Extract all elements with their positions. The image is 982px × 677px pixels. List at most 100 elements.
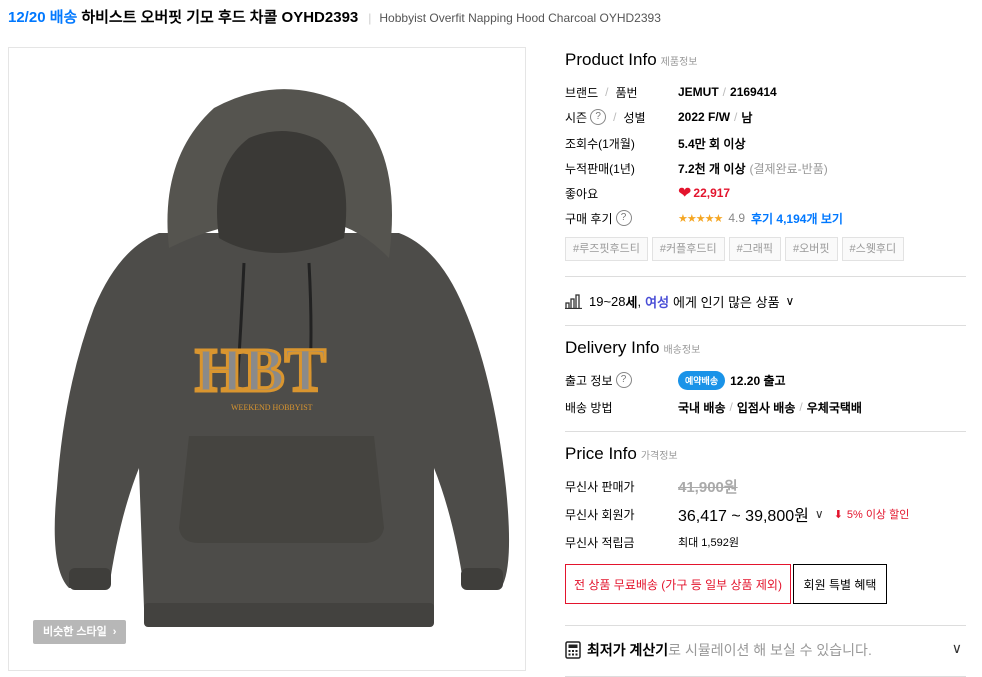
price-info-subtitle: 가격정보 [640, 451, 678, 462]
product-image[interactable]: HBT WEEKEND HOBBYIST 비슷한 스타일 › [8, 47, 526, 671]
product-title-row: 12/20 배송 하비스트 오버핏 기모 후드 차콜 OYHD2393 | Ho… [8, 6, 661, 28]
slash-divider: / [729, 400, 733, 414]
brand-label: 브랜드 [565, 85, 599, 100]
slash-divider: / [605, 85, 609, 99]
review-row: 구매 후기 ? ★★★★★ 4.9 후기 4,194개 보기 [565, 208, 843, 228]
heart-icon[interactable]: ❤ [678, 183, 691, 203]
free-shipping-button[interactable]: 전 상품 무료배송 (가구 등 일부 상품 제외) [565, 564, 791, 604]
product-code: 2169414 [730, 85, 777, 99]
brand-value-group: JEMUT/2169414 [678, 85, 777, 99]
brand-row: 브랜드 / 품번 JEMUT/2169414 [565, 82, 777, 102]
sale-price-label: 무신사 판매가 [565, 479, 635, 494]
delivery-info-heading: Delivery Info 배송정보 [565, 338, 700, 358]
ranking-text: 에게 인기 많은 상품 [673, 294, 780, 310]
chevron-down-icon[interactable]: ∨ [815, 507, 824, 521]
release-date: 12.20 출고 [730, 373, 786, 388]
sales-note: (결제완료-반품) [749, 161, 828, 176]
price-info-heading: Price Info 가격정보 [565, 444, 678, 464]
product-info-heading: Product Info 제품정보 [565, 50, 697, 70]
points-label: 무신사 적립금 [565, 535, 635, 550]
calculator-title: 최저가 계산기 [587, 642, 669, 658]
points-value: 최대 1,592원 [678, 537, 739, 549]
bar-chart-icon [565, 294, 582, 309]
views-value: 5.4만 회 이상 [678, 136, 746, 151]
product-info-title: Product Info [565, 50, 657, 69]
release-label-group: 출고 정보 ? [565, 372, 678, 389]
weekend-hobbyist-print: WEEKEND HOBBYIST [231, 403, 313, 412]
star-rating-icon: ★★★★★ [678, 212, 723, 225]
likes-label: 좋아요 [565, 186, 599, 201]
calculator-text: 로 시뮬레이션 해 보실 수 있습니다. [668, 642, 872, 658]
ranking-comma: , [637, 293, 642, 309]
review-link[interactable]: 후기 4,194개 보기 [751, 210, 843, 227]
ranking-gender: 여성 [645, 294, 670, 310]
delivery-info-title: Delivery Info [565, 338, 660, 357]
price-info-title: Price Info [565, 444, 637, 463]
ranking-row[interactable]: 19~28 세, 여성 에게 인기 많은 상품 ∨ [565, 290, 794, 312]
member-price-row: 무신사 회원가 36,417 ~ 39,800원 ∨ ⬇ 5% 이상 할인 [565, 504, 910, 525]
discount-group: ⬇ 5% 이상 할인 [834, 506, 910, 522]
divider [565, 276, 966, 277]
season-row: 시즌 ? / 성별 2022 F/W / 남 [565, 107, 752, 127]
rating-value: 4.9 [728, 211, 745, 225]
tag-item[interactable]: #커플후드티 [651, 237, 725, 261]
likes-row: 좋아요 ❤ 22,917 [565, 183, 730, 203]
shipping-method-row: 배송 방법 국내 배송 / 입점사 배송 / 우체국택배 [565, 397, 862, 417]
divider [565, 325, 966, 326]
brand-link[interactable]: JEMUT [678, 85, 719, 99]
likes-value-group[interactable]: ❤ 22,917 [678, 183, 730, 203]
review-value-group: ★★★★★ 4.9 후기 4,194개 보기 [678, 210, 843, 227]
slash-divider: / [799, 400, 803, 414]
hbt-print: HBT [195, 337, 326, 405]
shipping-method-courier: 우체국택배 [806, 400, 862, 415]
shipping-method-label: 배송 방법 [565, 400, 613, 415]
gender-label: 성별 [623, 110, 646, 125]
chevron-down-icon[interactable]: ∨ [786, 294, 795, 308]
shipping-method-vendor: 입점사 배송 [736, 400, 796, 415]
ship-date: 12/20 배송 [8, 9, 78, 26]
similar-style-button[interactable]: 비슷한 스타일 › [33, 620, 127, 644]
member-price-label: 무신사 회원가 [565, 507, 635, 522]
help-icon[interactable]: ? [590, 109, 607, 125]
release-value-group: 예약배송 12.20 출고 [678, 370, 786, 390]
brand-label-group: 브랜드 / 품번 [565, 84, 678, 101]
review-label: 구매 후기 [565, 211, 613, 226]
original-price: 41,900원 [678, 478, 738, 496]
code-label: 품번 [615, 85, 638, 100]
season-value: 2022 F/W [678, 110, 731, 124]
season-value-group: 2022 F/W / 남 [678, 109, 752, 126]
chevron-down-icon[interactable]: ∨ [952, 640, 962, 657]
similar-style-label: 비슷한 스타일 [43, 626, 107, 638]
member-price: 36,417 ~ 39,800원 [678, 508, 809, 525]
tag-item[interactable]: #루즈핏후드티 [565, 237, 648, 261]
tag-item[interactable]: #오버핏 [785, 237, 838, 261]
gender-value: 남 [741, 110, 753, 125]
member-benefit-button[interactable]: 회원 특별 혜택 [793, 564, 887, 604]
arrow-down-icon: ⬇ [833, 508, 843, 521]
tag-item[interactable]: #스웻후디 [841, 237, 905, 261]
reservation-badge: 예약배송 [678, 370, 726, 390]
ranking-age-suffix: 세 [625, 294, 638, 310]
sale-price-row: 무신사 판매가 41,900원 [565, 476, 738, 496]
help-icon[interactable]: ? [615, 372, 632, 388]
delivery-info-subtitle: 배송정보 [663, 345, 701, 356]
tag-list: #루즈핏후드티 #커플후드티 #그래픽 #오버핏 #스웻후디 [565, 237, 905, 261]
sales-value-group: 7.2천 개 이상 (결제완료-반품) [678, 160, 828, 177]
review-label-group: 구매 후기 ? [565, 210, 678, 227]
product-title-korean: 하비스트 오버핏 기모 후드 차콜 OYHD2393 [81, 9, 359, 26]
sales-row: 누적판매(1년) 7.2천 개 이상 (결제완료-반품) [565, 158, 828, 178]
slash-divider: / [722, 85, 727, 99]
product-title-english: Hobbyist Overfit Napping Hood Charcoal O… [379, 11, 661, 25]
ranking-age: 19~28 [589, 293, 626, 309]
discount-text: 5% 이상 할인 [846, 509, 910, 521]
views-label: 조회수(1개월) [565, 136, 635, 151]
price-calculator-row[interactable]: 최저가 계산기 로 시뮬레이션 해 보실 수 있습니다. ∨ [565, 638, 966, 662]
calculator-icon [565, 641, 581, 659]
shipping-method-group: 국내 배송 / 입점사 배송 / 우체국택배 [678, 399, 862, 416]
help-icon[interactable]: ? [615, 210, 632, 226]
tag-item[interactable]: #그래픽 [728, 237, 782, 261]
divider [565, 625, 966, 626]
slash-divider: / [613, 110, 617, 124]
divider [565, 431, 966, 432]
views-row: 조회수(1개월) 5.4만 회 이상 [565, 133, 746, 153]
